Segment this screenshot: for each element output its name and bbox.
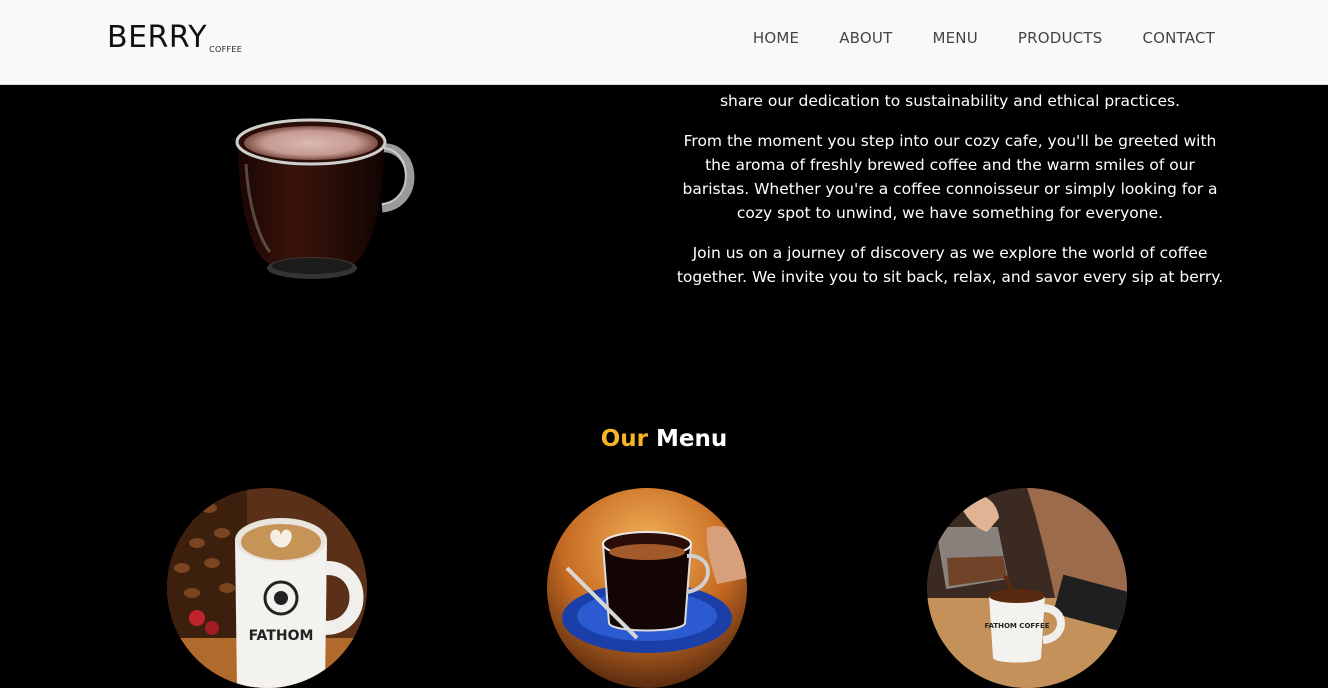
- brand-subtitle: COFFEE: [209, 45, 243, 54]
- coffee-cup-image: [232, 112, 422, 287]
- about-paragraph-partial: share our dedication to sustainability a…: [719, 92, 1181, 110]
- site-header: BERRY COFFEE HOME ABOUT MENU PRODUCTS CO…: [0, 0, 1328, 85]
- about-paragraph-3: Join us on a journey of discovery as we …: [676, 244, 1224, 286]
- about-text: share our dedication to sustainability a…: [670, 89, 1230, 305]
- menu-title-accent: Our: [600, 426, 649, 452]
- brand-logo[interactable]: BERRY COFFEE: [107, 20, 243, 55]
- about-paragraph-2: From the moment you step into our cozy c…: [682, 132, 1218, 222]
- menu-title: Our Menu: [0, 424, 1328, 454]
- nav-menu[interactable]: MENU: [932, 28, 977, 48]
- menu-item-pour-over[interactable]: FATHOM COFFEE: [927, 488, 1127, 688]
- latte-mug-image: FATHOM: [167, 488, 367, 688]
- nav-about[interactable]: ABOUT: [839, 28, 892, 48]
- brand-name: BERRY: [107, 20, 208, 55]
- menu-title-rest: Menu: [648, 426, 728, 452]
- mug-label-text: FATHOM COFFEE: [984, 622, 1049, 630]
- espresso-glass-image: [547, 488, 747, 688]
- menu-item-latte[interactable]: FATHOM: [167, 488, 367, 688]
- pour-coffee-image: FATHOM COFFEE: [927, 488, 1127, 688]
- nav-products[interactable]: PRODUCTS: [1018, 28, 1103, 48]
- nav-home[interactable]: HOME: [753, 28, 799, 48]
- mug-label-text: FATHOM: [249, 628, 314, 644]
- menu-item-espresso[interactable]: [547, 488, 747, 688]
- nav-contact[interactable]: CONTACT: [1142, 28, 1215, 48]
- main-nav: HOME ABOUT MENU PRODUCTS CONTACT: [753, 28, 1215, 48]
